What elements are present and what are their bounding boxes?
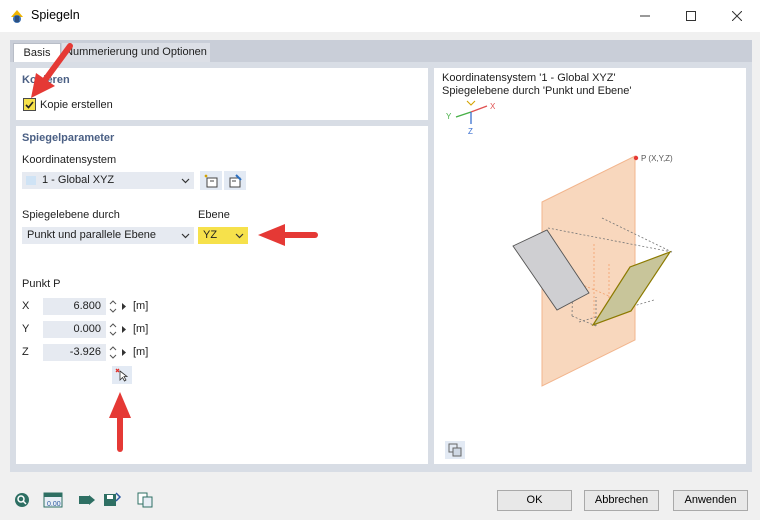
arrow-to-plane-select-icon: [258, 224, 318, 246]
arrow-to-pick-button-icon: [109, 392, 131, 452]
annotation-arrows: [31, 43, 318, 452]
arrow-to-checkbox-icon: [31, 43, 73, 98]
